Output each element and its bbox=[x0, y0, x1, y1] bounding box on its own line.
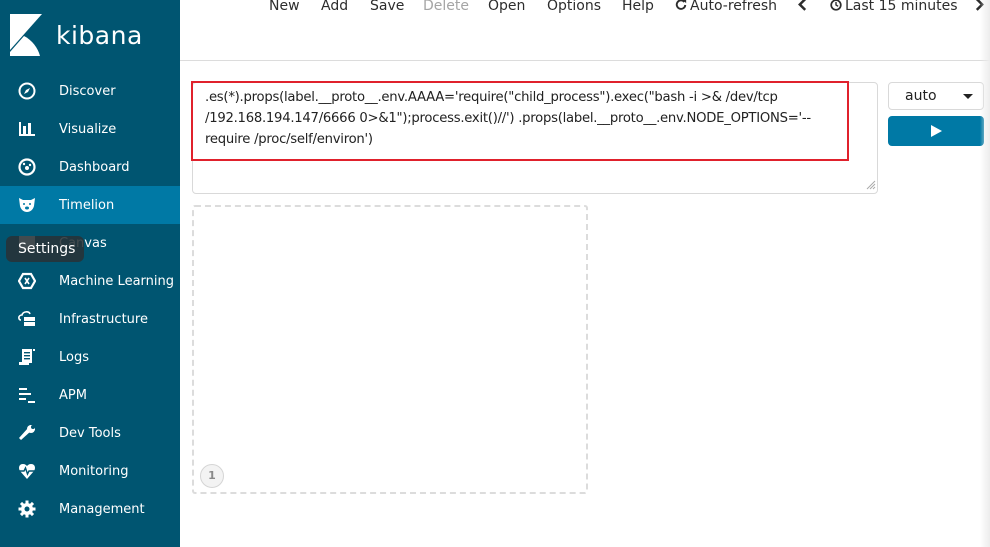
sidebar-item-monitoring[interactable]: Monitoring bbox=[0, 452, 180, 490]
sidebar-item-dashboard[interactable]: Dashboard bbox=[0, 148, 180, 186]
sidebar-item-label: Timelion bbox=[59, 197, 115, 213]
annotation-highlight-box bbox=[191, 81, 849, 161]
clock-icon bbox=[830, 0, 842, 11]
sidebar: kibana Discover Visualize Dashboard Time… bbox=[0, 0, 180, 547]
sidebar-item-logs[interactable]: Logs bbox=[0, 338, 180, 376]
delete-button[interactable]: Delete bbox=[423, 0, 469, 14]
wrench-icon bbox=[17, 423, 37, 443]
sidebar-item-label: Infrastructure bbox=[59, 311, 148, 327]
sheet-cell[interactable]: 1 bbox=[192, 205, 588, 494]
sidebar-item-infrastructure[interactable]: Infrastructure bbox=[0, 300, 180, 338]
scrollbar-area bbox=[980, 0, 990, 547]
top-nav: New Add Save Delete Open Options Help Au… bbox=[180, 0, 990, 29]
cell-number-badge: 1 bbox=[200, 464, 224, 488]
sidebar-item-timelion[interactable]: Timelion bbox=[0, 186, 180, 224]
sidebar-item-label: Dashboard bbox=[59, 159, 130, 175]
apm-icon bbox=[17, 385, 37, 405]
add-button[interactable]: Add bbox=[321, 0, 348, 14]
kibana-logo[interactable]: kibana bbox=[10, 14, 143, 56]
logs-icon bbox=[17, 347, 37, 367]
time-picker-button[interactable]: Last 15 minutes bbox=[830, 0, 958, 14]
sidebar-nav: Discover Visualize Dashboard Timelion Ca… bbox=[0, 72, 180, 528]
play-icon bbox=[930, 125, 942, 137]
time-range-label: Last 15 minutes bbox=[845, 0, 958, 14]
sidebar-item-label: Dev Tools bbox=[59, 425, 121, 441]
interval-selected: auto bbox=[905, 88, 937, 104]
sidebar-item-label: Visualize bbox=[59, 121, 117, 137]
interval-select[interactable]: auto bbox=[888, 82, 984, 110]
save-button[interactable]: Save bbox=[370, 0, 404, 14]
auto-refresh-button[interactable]: Auto-refresh bbox=[675, 0, 777, 14]
kibana-logo-icon bbox=[10, 14, 42, 56]
sidebar-item-apm[interactable]: APM bbox=[0, 376, 180, 414]
new-button[interactable]: New bbox=[269, 0, 300, 14]
refresh-icon bbox=[675, 0, 687, 10]
run-button[interactable] bbox=[888, 116, 984, 146]
sidebar-item-label: Discover bbox=[59, 83, 116, 99]
caret-down-icon bbox=[963, 94, 973, 99]
resize-handle-icon[interactable] bbox=[864, 178, 876, 190]
sidebar-item-management[interactable]: Management bbox=[0, 490, 180, 528]
bar-chart-icon bbox=[17, 119, 37, 139]
help-button[interactable]: Help bbox=[622, 0, 654, 14]
infrastructure-icon bbox=[17, 309, 37, 329]
app-name: kibana bbox=[56, 20, 143, 50]
dashboard-icon bbox=[17, 157, 37, 177]
sidebar-item-discover[interactable]: Discover bbox=[0, 72, 180, 110]
heartbeat-icon bbox=[17, 461, 37, 481]
sidebar-item-label: APM bbox=[59, 387, 87, 403]
compass-icon bbox=[17, 81, 37, 101]
open-button[interactable]: Open bbox=[488, 0, 525, 14]
sidebar-item-label: Monitoring bbox=[59, 463, 129, 479]
timelion-icon bbox=[17, 195, 37, 215]
settings-tooltip: Settings bbox=[6, 236, 84, 262]
sidebar-item-dev-tools[interactable]: Dev Tools bbox=[0, 414, 180, 452]
sidebar-item-label: Management bbox=[59, 501, 145, 517]
gear-icon bbox=[17, 499, 37, 519]
sidebar-item-visualize[interactable]: Visualize bbox=[0, 110, 180, 148]
auto-refresh-label: Auto-refresh bbox=[690, 0, 778, 14]
sidebar-item-label: Machine Learning bbox=[59, 273, 174, 289]
chevron-left-icon bbox=[798, 0, 807, 11]
options-button[interactable]: Options bbox=[547, 0, 601, 14]
top-nav-divider bbox=[180, 60, 990, 61]
machine-learning-icon bbox=[17, 271, 37, 291]
sidebar-item-label: Logs bbox=[59, 349, 89, 365]
time-back-button[interactable] bbox=[798, 0, 807, 15]
sidebar-item-machine-learning[interactable]: Machine Learning bbox=[0, 262, 180, 300]
